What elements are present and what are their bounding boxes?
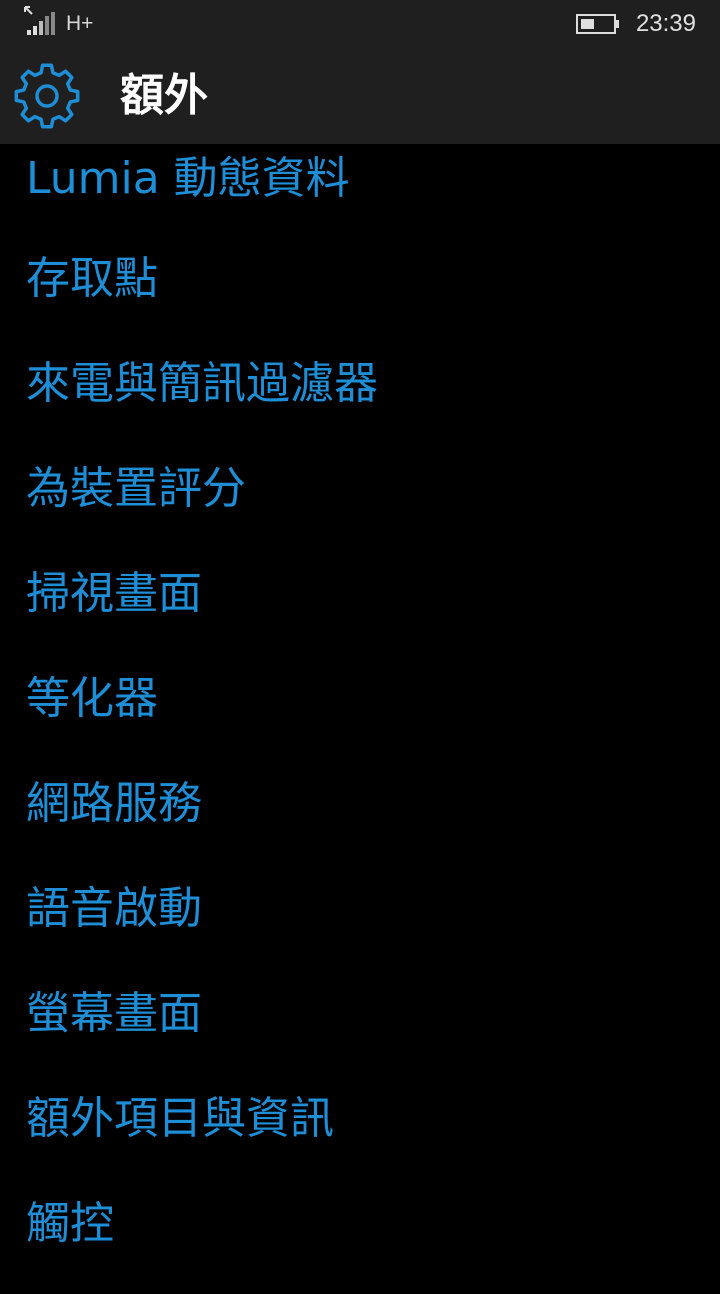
menu-item-extras-info[interactable]: 額外項目與資訊 [0,1084,720,1189]
menu-item-touch[interactable]: 觸控 [0,1189,720,1294]
network-type-label: H+ [66,12,94,35]
menu-item-rate-device[interactable]: 為裝置評分 [0,454,720,559]
signal-strength-icon [24,6,55,35]
menu-item-network-services[interactable]: 網路服務 [0,769,720,874]
clock: 23:39 [635,10,696,37]
menu-item-display[interactable]: 螢幕畫面 [0,979,720,1084]
gear-icon [14,63,80,129]
menu-item-access-point[interactable]: 存取點 [0,244,720,349]
page-title: 額外 [120,70,208,121]
battery-icon [576,14,619,34]
menu-item-glance-screen[interactable]: 掃視畫面 [0,559,720,664]
app-header: 額外 [0,48,720,144]
menu-item-equalizer[interactable]: 等化器 [0,664,720,769]
status-bar: H+ 23:39 [0,0,720,48]
menu-item-lumia-motion-data[interactable]: Lumia 動態資料 [0,144,720,244]
menu-item-call-sms-filter[interactable]: 來電與簡訊過濾器 [0,349,720,454]
extras-menu: Lumia 動態資料 存取點 來電與簡訊過濾器 為裝置評分 掃視畫面 等化器 網… [0,144,720,1294]
menu-item-voice-activation[interactable]: 語音啟動 [0,874,720,979]
